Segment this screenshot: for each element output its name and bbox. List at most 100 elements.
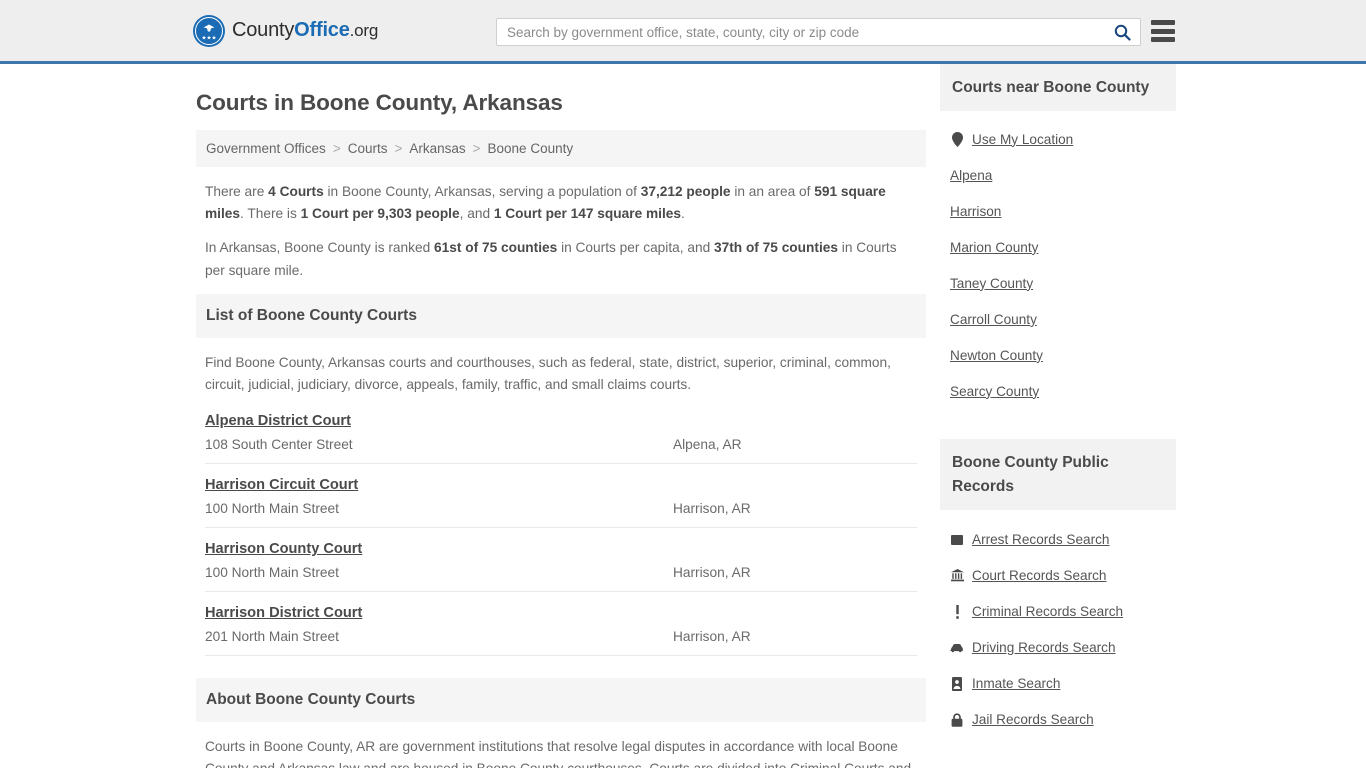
eagle-seal-icon xyxy=(193,14,225,47)
court-address: 201 North Main Street xyxy=(205,629,339,645)
court-detail: 100 North Main Street Harrison, AR xyxy=(205,565,917,580)
list-item[interactable]: Alpena xyxy=(950,157,1176,193)
about-section-heading: About Boone County Courts xyxy=(206,691,416,709)
hamburger-bar-3 xyxy=(1151,37,1175,42)
court-detail: 108 South Center Street Alpena, AR xyxy=(205,437,917,452)
sidebar-item-criminal-records-search[interactable]: Criminal Records Search xyxy=(972,604,1123,619)
sidebar-item-newton-county[interactable]: Newton County xyxy=(950,348,1043,363)
summary-paragraph-1: There are 4 Courts in Boone County, Arka… xyxy=(205,181,917,225)
car-icon xyxy=(950,643,964,653)
public-records-links: Arrest Records Search Court Records Sear… xyxy=(940,510,1176,738)
breadcrumb-separator: > xyxy=(472,141,481,156)
summary-stat-per-people: 1 Court per 9,303 people xyxy=(300,206,460,222)
court-city: Alpena, AR xyxy=(673,437,742,453)
court-link[interactable]: Alpena District Court xyxy=(205,413,351,429)
hamburger-bar-2 xyxy=(1151,28,1175,34)
breadcrumb-item-1[interactable]: Courts xyxy=(348,141,388,156)
court-link[interactable]: Harrison District Court xyxy=(205,605,362,621)
summary-paragraph-2: In Arkansas, Boone County is ranked 61st… xyxy=(205,237,917,281)
sidebar-item-searcy-county[interactable]: Searcy County xyxy=(950,384,1039,399)
table-row: Alpena District Court 108 South Center S… xyxy=(205,400,917,465)
summary-text: In Arkansas, Boone County is ranked xyxy=(205,240,435,256)
court-city: Harrison, AR xyxy=(673,629,751,645)
summary-text: in Boone County, Arkansas, serving a pop… xyxy=(323,184,641,199)
breadcrumb-separator: > xyxy=(332,141,341,156)
sidebar-item-carroll-county[interactable]: Carroll County xyxy=(950,312,1037,327)
breadcrumb-item-2[interactable]: Arkansas xyxy=(409,141,465,156)
breadcrumb-item-0[interactable]: Government Offices xyxy=(206,141,326,156)
sidebar: Courts near Boone County Use My Location… xyxy=(940,64,1176,768)
sidebar-item-court-records-search[interactable]: Court Records Search xyxy=(972,568,1106,583)
list-item[interactable]: Harrison xyxy=(950,193,1176,229)
list-item[interactable]: Searcy County xyxy=(950,373,1176,409)
public-records-heading: Boone County Public Records xyxy=(952,454,1109,495)
hamburger-menu-icon[interactable] xyxy=(1151,20,1175,42)
breadcrumb-separator: > xyxy=(394,141,403,156)
list-item[interactable]: Court Records Search xyxy=(950,558,1176,594)
court-address: 108 South Center Street xyxy=(205,437,353,453)
table-row: Harrison Circuit Court 100 North Main St… xyxy=(205,464,917,529)
summary-text: There are xyxy=(205,184,269,199)
list-item[interactable]: Criminal Records Search xyxy=(950,594,1176,630)
sidebar-item-marion-county[interactable]: Marion County xyxy=(950,240,1038,255)
lock-icon xyxy=(950,713,964,727)
summary-stat-courts: 4 Courts xyxy=(268,184,324,199)
list-item[interactable]: Newton County xyxy=(950,337,1176,373)
logo-text-org: .org xyxy=(349,21,379,40)
table-row: Harrison District Court 201 North Main S… xyxy=(205,592,917,657)
map-pin-icon xyxy=(950,131,964,147)
page-title: Courts in Boone County, Arkansas xyxy=(196,90,563,115)
sidebar-item-driving-records-search[interactable]: Driving Records Search xyxy=(972,640,1116,655)
about-section-body: Courts in Boone County, AR are governmen… xyxy=(205,739,911,768)
list-item[interactable]: Jail Records Search xyxy=(950,702,1176,738)
court-link[interactable]: Harrison Circuit Court xyxy=(205,477,358,493)
summary-text: in Courts per capita, and xyxy=(557,240,714,256)
site-logo[interactable]: CountyOffice.org xyxy=(193,14,379,47)
list-item[interactable]: Arrest Records Search xyxy=(950,522,1176,558)
county-summary: There are 4 Courts in Boone County, Arka… xyxy=(196,167,926,282)
nearby-courts-panel: Courts near Boone County Use My Location… xyxy=(940,64,1176,413)
public-records-panel: Boone County Public Records Arrest Recor… xyxy=(940,439,1176,738)
summary-text: . There is xyxy=(240,206,301,222)
square-badge-icon xyxy=(950,534,964,546)
courthouse-icon xyxy=(950,569,964,582)
about-section-header: About Boone County Courts xyxy=(196,678,926,723)
sidebar-item-arrest-records-search[interactable]: Arrest Records Search xyxy=(972,532,1110,547)
sidebar-item-alpena[interactable]: Alpena xyxy=(950,168,992,183)
list-item[interactable]: Taney County xyxy=(950,265,1176,301)
summary-rank-area: 37th of 75 counties xyxy=(714,240,838,256)
list-section-heading: List of Boone County Courts xyxy=(206,306,417,324)
id-badge-icon xyxy=(950,676,964,691)
sidebar-item-use-my-location[interactable]: Use My Location xyxy=(972,132,1073,147)
list-item[interactable]: Carroll County xyxy=(950,301,1176,337)
list-item[interactable]: Driving Records Search xyxy=(950,630,1176,666)
list-item[interactable]: Marion County xyxy=(950,229,1176,265)
sidebar-item-harrison[interactable]: Harrison xyxy=(950,204,1001,219)
summary-text: in an area of xyxy=(730,184,815,199)
nearby-courts-header: Courts near Boone County xyxy=(940,64,1176,112)
table-row: Harrison County Court 100 North Main Str… xyxy=(205,528,917,593)
search-bar[interactable] xyxy=(496,18,1141,46)
logo-text-county: County xyxy=(232,19,295,41)
search-button[interactable] xyxy=(1104,19,1140,45)
sidebar-item-inmate-search[interactable]: Inmate Search xyxy=(972,676,1060,691)
court-address: 100 North Main Street xyxy=(205,565,339,581)
court-link[interactable]: Harrison County Court xyxy=(205,541,362,557)
list-section-header: List of Boone County Courts xyxy=(196,293,926,338)
list-item[interactable]: Inmate Search xyxy=(950,666,1176,702)
summary-text: , and xyxy=(459,206,494,222)
search-icon xyxy=(1114,24,1131,41)
sidebar-item-taney-county[interactable]: Taney County xyxy=(950,276,1033,291)
court-city: Harrison, AR xyxy=(673,565,751,581)
sidebar-item-jail-records-search[interactable]: Jail Records Search xyxy=(972,712,1094,727)
breadcrumb-item-3: Boone County xyxy=(487,141,574,156)
court-detail: 100 North Main Street Harrison, AR xyxy=(205,501,917,516)
list-section-intro: Find Boone County, Arkansas courts and c… xyxy=(205,354,891,392)
exclamation-icon xyxy=(950,604,964,619)
hamburger-bar-1 xyxy=(1151,20,1175,25)
list-item[interactable]: Use My Location xyxy=(950,121,1176,157)
summary-stat-per-area: 1 Court per 147 square miles xyxy=(493,206,681,222)
search-input[interactable] xyxy=(497,19,1104,45)
summary-rank-capita: 61st of 75 counties xyxy=(434,240,558,256)
breadcrumb: Government Offices > Courts > Arkansas >… xyxy=(196,130,926,167)
